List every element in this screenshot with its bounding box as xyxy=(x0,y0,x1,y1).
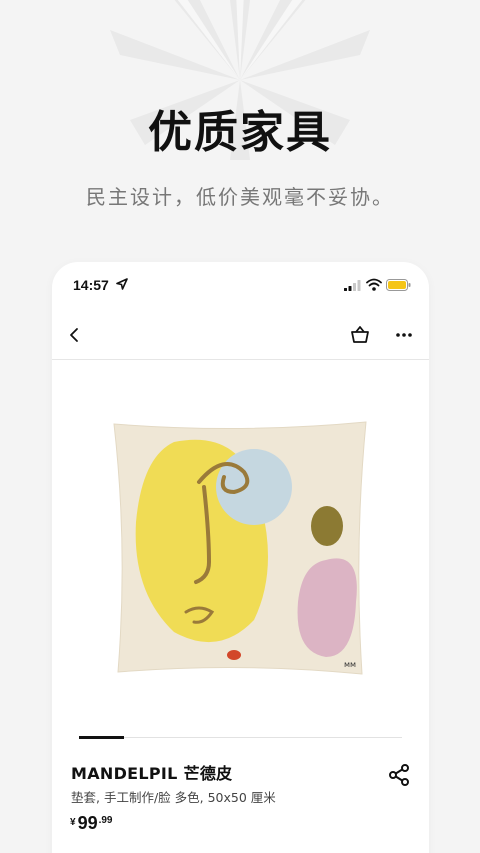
carousel-indicator-active[interactable] xyxy=(79,736,124,739)
signal-icon xyxy=(344,280,361,291)
location-arrow-icon xyxy=(116,278,128,290)
svg-text:ᴍᴍ: ᴍᴍ xyxy=(344,660,356,669)
basket-icon[interactable] xyxy=(349,324,371,346)
nav-bar xyxy=(52,314,429,360)
status-time: 14:57 xyxy=(73,277,109,293)
wifi-icon xyxy=(366,278,382,291)
carousel-track xyxy=(79,737,402,738)
hero-subtitle: 民主设计，低价美观毫不妥协。 xyxy=(86,185,394,209)
price-decimal: .99 xyxy=(98,815,113,826)
product-image[interactable]: ᴍᴍ xyxy=(104,412,374,682)
phone-mockup: 14:57 ᴍᴍ MANDELPIL 芒德皮 垫套, 手工制作/脸 多色, 50… xyxy=(52,262,429,853)
price-integer: 99 xyxy=(77,813,98,833)
product-description: 垫套, 手工制作/脸 多色, 50x50 厘米 xyxy=(71,790,276,805)
battery-icon xyxy=(386,279,411,291)
hero-title: 优质家具 xyxy=(148,107,332,158)
status-bar: 14:57 xyxy=(52,262,429,308)
product-name: MANDELPIL 芒德皮 xyxy=(71,764,233,783)
back-chevron-icon[interactable] xyxy=(64,324,86,346)
more-dots-icon[interactable] xyxy=(393,324,415,346)
share-icon[interactable] xyxy=(387,763,411,787)
product-price: ¥ 99 .99 xyxy=(70,813,113,834)
price-currency: ¥ xyxy=(70,817,76,828)
